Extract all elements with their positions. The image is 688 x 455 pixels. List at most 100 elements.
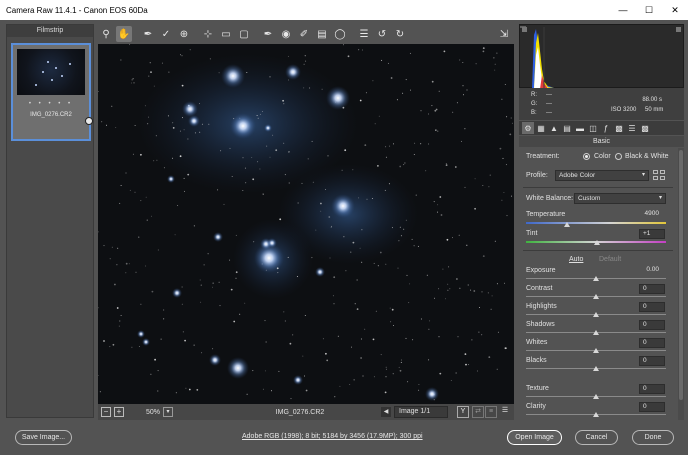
crop-icon[interactable]: ⊹ bbox=[200, 26, 216, 42]
tint-slider-knob[interactable] bbox=[594, 240, 601, 245]
done-button[interactable]: Done bbox=[632, 430, 674, 445]
zoom-icon[interactable]: ⚲ bbox=[98, 26, 114, 42]
zoom-out-button[interactable]: − bbox=[101, 407, 111, 417]
chevron-down-icon: ▾ bbox=[658, 195, 662, 201]
rating-dots[interactable]: • • • • • bbox=[13, 101, 89, 107]
white-balance-select[interactable]: Custom ▾ bbox=[574, 193, 666, 204]
star-field-image bbox=[98, 44, 514, 404]
hand-icon[interactable]: ✋ bbox=[116, 26, 132, 42]
r-value: --- bbox=[546, 92, 552, 98]
hsl-icon[interactable]: ▤ bbox=[561, 122, 573, 134]
close-button[interactable]: ✕ bbox=[662, 0, 688, 20]
treatment-bw-label[interactable]: Black & White bbox=[625, 153, 669, 160]
minimize-button[interactable]: — bbox=[610, 0, 636, 20]
effects-icon[interactable]: ƒ bbox=[600, 122, 612, 134]
save-image-button[interactable]: Save Image... bbox=[15, 430, 72, 445]
straighten-icon[interactable]: ▭ bbox=[218, 26, 234, 42]
temperature-value[interactable]: 4900 bbox=[639, 210, 665, 220]
tint-value[interactable]: +1 bbox=[639, 229, 665, 239]
rotate-left-icon[interactable]: ↺ bbox=[374, 26, 390, 42]
profile-select[interactable]: Adobe Color ▾ bbox=[555, 170, 649, 181]
exposure-slider-knob[interactable] bbox=[593, 276, 599, 281]
auto-button[interactable]: Auto bbox=[569, 256, 583, 263]
maximize-button[interactable]: ☐ bbox=[636, 0, 662, 20]
panel-title: Basic bbox=[519, 136, 684, 147]
transform-icon[interactable]: ▢ bbox=[236, 26, 252, 42]
title-bar: Camera Raw 11.4.1 - Canon EOS 60Da — ☐ ✕ bbox=[0, 0, 688, 20]
swap-icon[interactable]: ⇄ bbox=[472, 406, 484, 418]
split-toning-icon[interactable]: ▬ bbox=[574, 122, 586, 134]
white-balance-icon[interactable]: ✒ bbox=[140, 26, 156, 42]
exposure-value[interactable]: 0.00 bbox=[639, 266, 665, 276]
basic-panel-icon[interactable]: ⚙ bbox=[522, 122, 534, 134]
default-button[interactable]: Default bbox=[599, 256, 621, 263]
image-preview[interactable] bbox=[98, 44, 514, 404]
blacks-value[interactable]: 0 bbox=[639, 356, 665, 366]
contrast-slider-knob[interactable] bbox=[593, 294, 599, 299]
open-image-button[interactable]: Open Image bbox=[507, 430, 562, 445]
whites-slider-knob[interactable] bbox=[593, 348, 599, 353]
before-after-icon[interactable]: Y bbox=[457, 406, 469, 418]
treatment-bw-radio[interactable] bbox=[615, 153, 622, 160]
tone-curve-icon[interactable]: ▦ bbox=[535, 122, 547, 134]
shadow-clipping-icon[interactable] bbox=[522, 27, 527, 32]
snapshots-icon[interactable]: ▩ bbox=[639, 122, 651, 134]
fullscreen-icon[interactable]: ⇲ bbox=[496, 26, 512, 42]
clarity-value[interactable]: 0 bbox=[639, 402, 665, 412]
temperature-slider[interactable] bbox=[526, 222, 666, 224]
current-filename: IMG_0276.CR2 bbox=[275, 408, 325, 416]
tint-label: Tint bbox=[526, 230, 538, 237]
texture-label: Texture bbox=[526, 385, 549, 392]
highlights-slider-knob[interactable] bbox=[593, 312, 599, 317]
detail-icon[interactable]: ▲ bbox=[548, 122, 560, 134]
divider bbox=[523, 250, 673, 251]
treatment-color-radio[interactable] bbox=[583, 153, 590, 160]
clarity-slider-knob[interactable] bbox=[593, 412, 599, 417]
whites-label: Whites bbox=[526, 339, 548, 346]
temperature-label: Temperature bbox=[526, 211, 566, 218]
preferences-icon[interactable]: ☰ bbox=[356, 26, 372, 42]
blacks-slider-knob[interactable] bbox=[593, 366, 599, 371]
adjustment-brush-icon[interactable]: ✐ bbox=[296, 26, 312, 42]
color-sampler-icon[interactable]: ✓ bbox=[158, 26, 174, 42]
shadows-slider-knob[interactable] bbox=[593, 330, 599, 335]
red-eye-icon[interactable]: ◉ bbox=[278, 26, 294, 42]
graduated-filter-icon[interactable]: ▤ bbox=[314, 26, 330, 42]
targeted-adjust-icon[interactable]: ⊕ bbox=[176, 26, 192, 42]
canvas-footer: − + 50% ▾ IMG_0276.CR2 ◀ Image 1/1 Y ⇄ ≡… bbox=[98, 404, 514, 420]
workflow-options-link[interactable]: Adobe RGB (1998); 8 bit; 5184 by 3456 (1… bbox=[242, 433, 423, 440]
lens-icon[interactable]: ◫ bbox=[587, 122, 599, 134]
texture-value[interactable]: 0 bbox=[639, 384, 665, 394]
window-title: Camera Raw 11.4.1 - Canon EOS 60Da bbox=[6, 5, 148, 15]
white-balance-label: White Balance: bbox=[526, 195, 574, 202]
texture-slider-knob[interactable] bbox=[593, 394, 599, 399]
temperature-slider-knob[interactable] bbox=[563, 222, 570, 227]
divider bbox=[523, 187, 673, 188]
shadows-value[interactable]: 0 bbox=[639, 320, 665, 330]
scrollbar-thumb[interactable] bbox=[679, 150, 683, 400]
zoom-in-button[interactable]: + bbox=[114, 407, 124, 417]
rotate-right-icon[interactable]: ↻ bbox=[392, 26, 408, 42]
presets-icon[interactable]: ☰ bbox=[626, 122, 638, 134]
camera-calibration-icon[interactable]: ▩ bbox=[613, 122, 625, 134]
highlights-value[interactable]: 0 bbox=[639, 302, 665, 312]
panel-scrollbar[interactable] bbox=[678, 148, 684, 420]
badge-icon bbox=[85, 117, 93, 125]
filmstrip-thumbnail[interactable]: • • • • • IMG_0276.CR2 bbox=[11, 43, 93, 141]
chevron-down-icon[interactable]: ▾ bbox=[163, 407, 173, 417]
filmstrip-header: Filmstrip bbox=[7, 25, 93, 37]
spot-removal-icon[interactable]: ✒ bbox=[260, 26, 276, 42]
previous-image-button[interactable]: ◀ bbox=[381, 407, 391, 417]
toggle-settings-icon[interactable]: ☰ bbox=[499, 406, 511, 418]
profile-browser-icon[interactable] bbox=[653, 170, 665, 180]
r-label: R: bbox=[531, 92, 537, 98]
copy-settings-icon[interactable]: ≡ bbox=[485, 406, 497, 418]
radial-filter-icon[interactable]: ◯ bbox=[332, 26, 348, 42]
chevron-down-icon: ▾ bbox=[641, 172, 645, 178]
treatment-color-label[interactable]: Color bbox=[594, 153, 611, 160]
whites-value[interactable]: 0 bbox=[639, 338, 665, 348]
highlight-clipping-icon[interactable] bbox=[676, 27, 681, 32]
cancel-button[interactable]: Cancel bbox=[575, 430, 618, 445]
contrast-value[interactable]: 0 bbox=[639, 284, 665, 294]
zoom-level[interactable]: 50% bbox=[138, 409, 160, 416]
